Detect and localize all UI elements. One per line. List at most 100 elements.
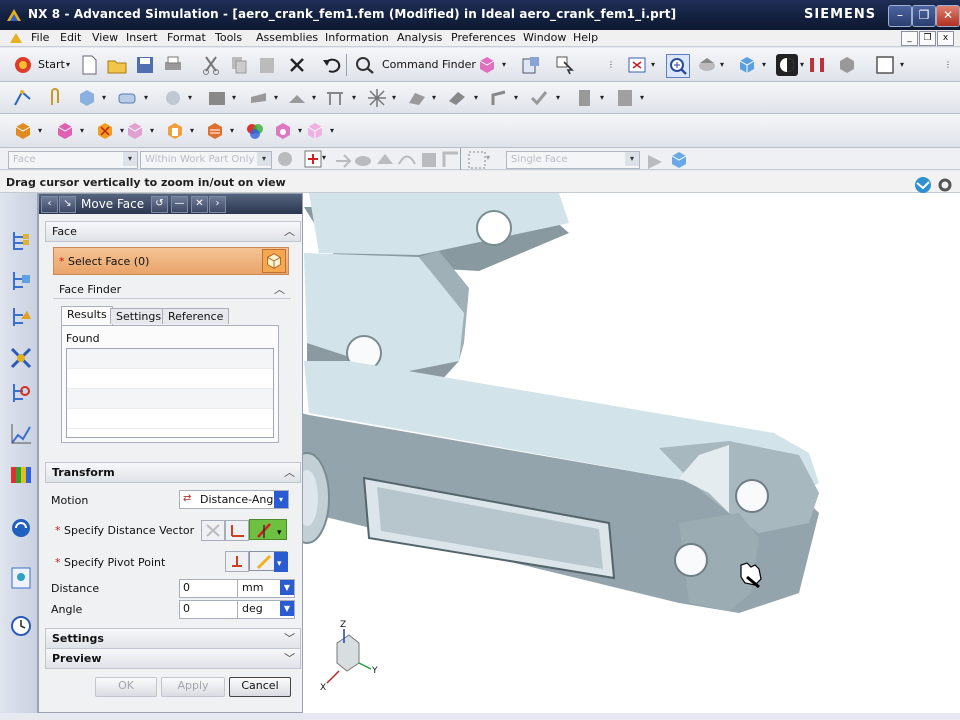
delete-icon[interactable]	[286, 54, 308, 76]
simulation-nav-icon[interactable]	[9, 345, 33, 371]
edge-icon[interactable]	[488, 87, 510, 109]
copy-icon[interactable]	[228, 54, 250, 76]
dialog-back-icon[interactable]: ‹	[41, 196, 58, 213]
polygon-icon[interactable]	[248, 87, 270, 109]
menu-information[interactable]: Information	[325, 31, 389, 44]
face-finder-header[interactable]: Face Finder ︿	[53, 280, 291, 299]
inferred-vector-icon[interactable]: ▾	[249, 519, 287, 540]
arrow-icon[interactable]	[332, 150, 352, 168]
settings-group-header[interactable]: Settings ﹀	[45, 628, 301, 649]
check-icon[interactable]	[528, 87, 550, 109]
dialog-close-icon[interactable]: ✕	[191, 196, 208, 213]
snap-point-icon[interactable]	[302, 148, 322, 168]
curve-sel-icon[interactable]	[396, 149, 416, 165]
nx-app-icon[interactable]	[6, 7, 22, 23]
minimize-button[interactable]: –	[888, 5, 912, 27]
list-item[interactable]	[67, 409, 273, 429]
face-group-header[interactable]: Face ︿	[45, 221, 301, 242]
select-filter-icon[interactable]	[554, 54, 576, 76]
assembly-nav-icon[interactable]	[9, 269, 33, 295]
menu-edit[interactable]: Edit	[60, 31, 81, 44]
edge-dropdown-icon[interactable]: ▾	[514, 93, 518, 102]
type-filter-combo[interactable]: Face ▾	[8, 151, 138, 169]
body-sel-icon[interactable]	[374, 149, 393, 165]
edge-sel-icon[interactable]	[440, 149, 458, 167]
motion-select[interactable]: ⇄ Distance-Ang ▾	[179, 490, 289, 509]
menu-file[interactable]: File	[31, 31, 49, 44]
constraint-dropdown-icon[interactable]: ▾	[80, 126, 84, 135]
region-cube-icon[interactable]	[164, 120, 186, 142]
rotate-dropdown-icon[interactable]: ▾	[720, 60, 724, 69]
face-dropdown-icon[interactable]: ▾	[474, 93, 478, 102]
apply-button[interactable]: Apply	[161, 677, 225, 697]
mesh-dropdown-icon[interactable]: ▾	[102, 93, 106, 102]
list-item[interactable]	[67, 369, 273, 389]
fit-dropdown-icon[interactable]: ▾	[651, 60, 655, 69]
start-button-label[interactable]: Start	[38, 58, 65, 71]
menu-view[interactable]: View	[92, 31, 118, 44]
scope-combo[interactable]: Within Work Part Only ▾	[140, 151, 272, 169]
menu-preferences[interactable]: Preferences	[451, 31, 516, 44]
status-globe-icon[interactable]	[912, 174, 931, 193]
face-select-icon[interactable]	[262, 249, 286, 273]
wireframe-cube-icon[interactable]	[836, 54, 858, 76]
dialog-reset-icon[interactable]: ↺	[151, 196, 168, 213]
display-cube-icon[interactable]	[272, 120, 294, 142]
distance-unit-select[interactable]: mm ▼	[237, 579, 295, 598]
start-dropdown-icon[interactable]: ▾	[66, 60, 70, 69]
cut-icon[interactable]	[200, 54, 222, 76]
vector-dialog-icon[interactable]	[201, 520, 225, 541]
history-graph-icon[interactable]	[9, 421, 33, 447]
angle-input[interactable]: 0	[179, 600, 244, 619]
transparency-cube-icon[interactable]	[304, 120, 326, 142]
background-dropdown-icon[interactable]: ▾	[900, 60, 904, 69]
menu-window[interactable]: Window	[523, 31, 566, 44]
report-icon[interactable]	[574, 87, 596, 109]
3d-mesh-icon[interactable]	[76, 87, 98, 109]
info-dropdown-icon[interactable]: ▾	[640, 93, 644, 102]
material-cube-icon[interactable]	[124, 120, 146, 142]
command-finder-icon[interactable]	[354, 54, 376, 76]
polygon-dropdown-icon[interactable]: ▾	[274, 93, 278, 102]
menu-tools[interactable]: Tools	[215, 31, 242, 44]
clipboard-icon[interactable]	[520, 54, 542, 76]
menu-analysis[interactable]: Analysis	[397, 31, 442, 44]
start-icon[interactable]	[12, 54, 34, 76]
status-settings-icon[interactable]	[934, 174, 952, 192]
menu-insert[interactable]: Insert	[126, 31, 158, 44]
angle-unit-select[interactable]: deg ▼	[237, 600, 295, 619]
merge-dropdown-icon[interactable]: ▾	[392, 93, 396, 102]
rotate-view-icon[interactable]	[696, 54, 718, 76]
background-color-icon[interactable]	[874, 54, 896, 76]
inferred-point-icon[interactable]: ▾	[249, 551, 288, 572]
fit-view-icon[interactable]	[626, 54, 648, 76]
clock-history-icon[interactable]	[9, 613, 33, 639]
web-browser-icon[interactable]	[9, 515, 33, 541]
mdi-restore-button[interactable]: ❐	[919, 31, 936, 46]
node-icon[interactable]	[162, 87, 184, 109]
assembly-dropdown-icon[interactable]: ▾	[502, 60, 506, 69]
merge-icon[interactable]	[366, 87, 388, 109]
sheet-sel-icon[interactable]	[418, 149, 436, 167]
navigator-tree-icon[interactable]	[9, 229, 33, 255]
menu-app-icon[interactable]	[8, 31, 24, 45]
menu-format[interactable]: Format	[167, 31, 206, 44]
color-wheel-icon[interactable]	[244, 120, 266, 142]
orient-view-icon[interactable]	[736, 54, 758, 76]
undo-icon[interactable]	[320, 54, 342, 76]
print-icon[interactable]	[162, 54, 184, 76]
preview-group-header[interactable]: Preview ﹀	[45, 648, 301, 669]
element-dropdown-icon[interactable]: ▾	[232, 93, 236, 102]
mdi-close-button[interactable]: x	[937, 31, 954, 46]
mdi-minimize-button[interactable]: _	[901, 31, 918, 46]
paste-icon[interactable]	[256, 54, 278, 76]
mesh-collector-icon[interactable]	[12, 87, 34, 109]
distance-input[interactable]: 0	[179, 579, 244, 598]
orient-dropdown-icon[interactable]: ▾	[762, 60, 766, 69]
check-dropdown-icon[interactable]: ▾	[556, 93, 560, 102]
2d-mesh-dropdown-icon[interactable]: ▾	[144, 93, 148, 102]
toolbar-overflow-2[interactable]: ⋮	[944, 60, 952, 69]
palette-icon[interactable]	[9, 461, 33, 487]
tab-settings[interactable]: Settings	[110, 308, 168, 324]
split-body-icon[interactable]	[286, 87, 308, 109]
